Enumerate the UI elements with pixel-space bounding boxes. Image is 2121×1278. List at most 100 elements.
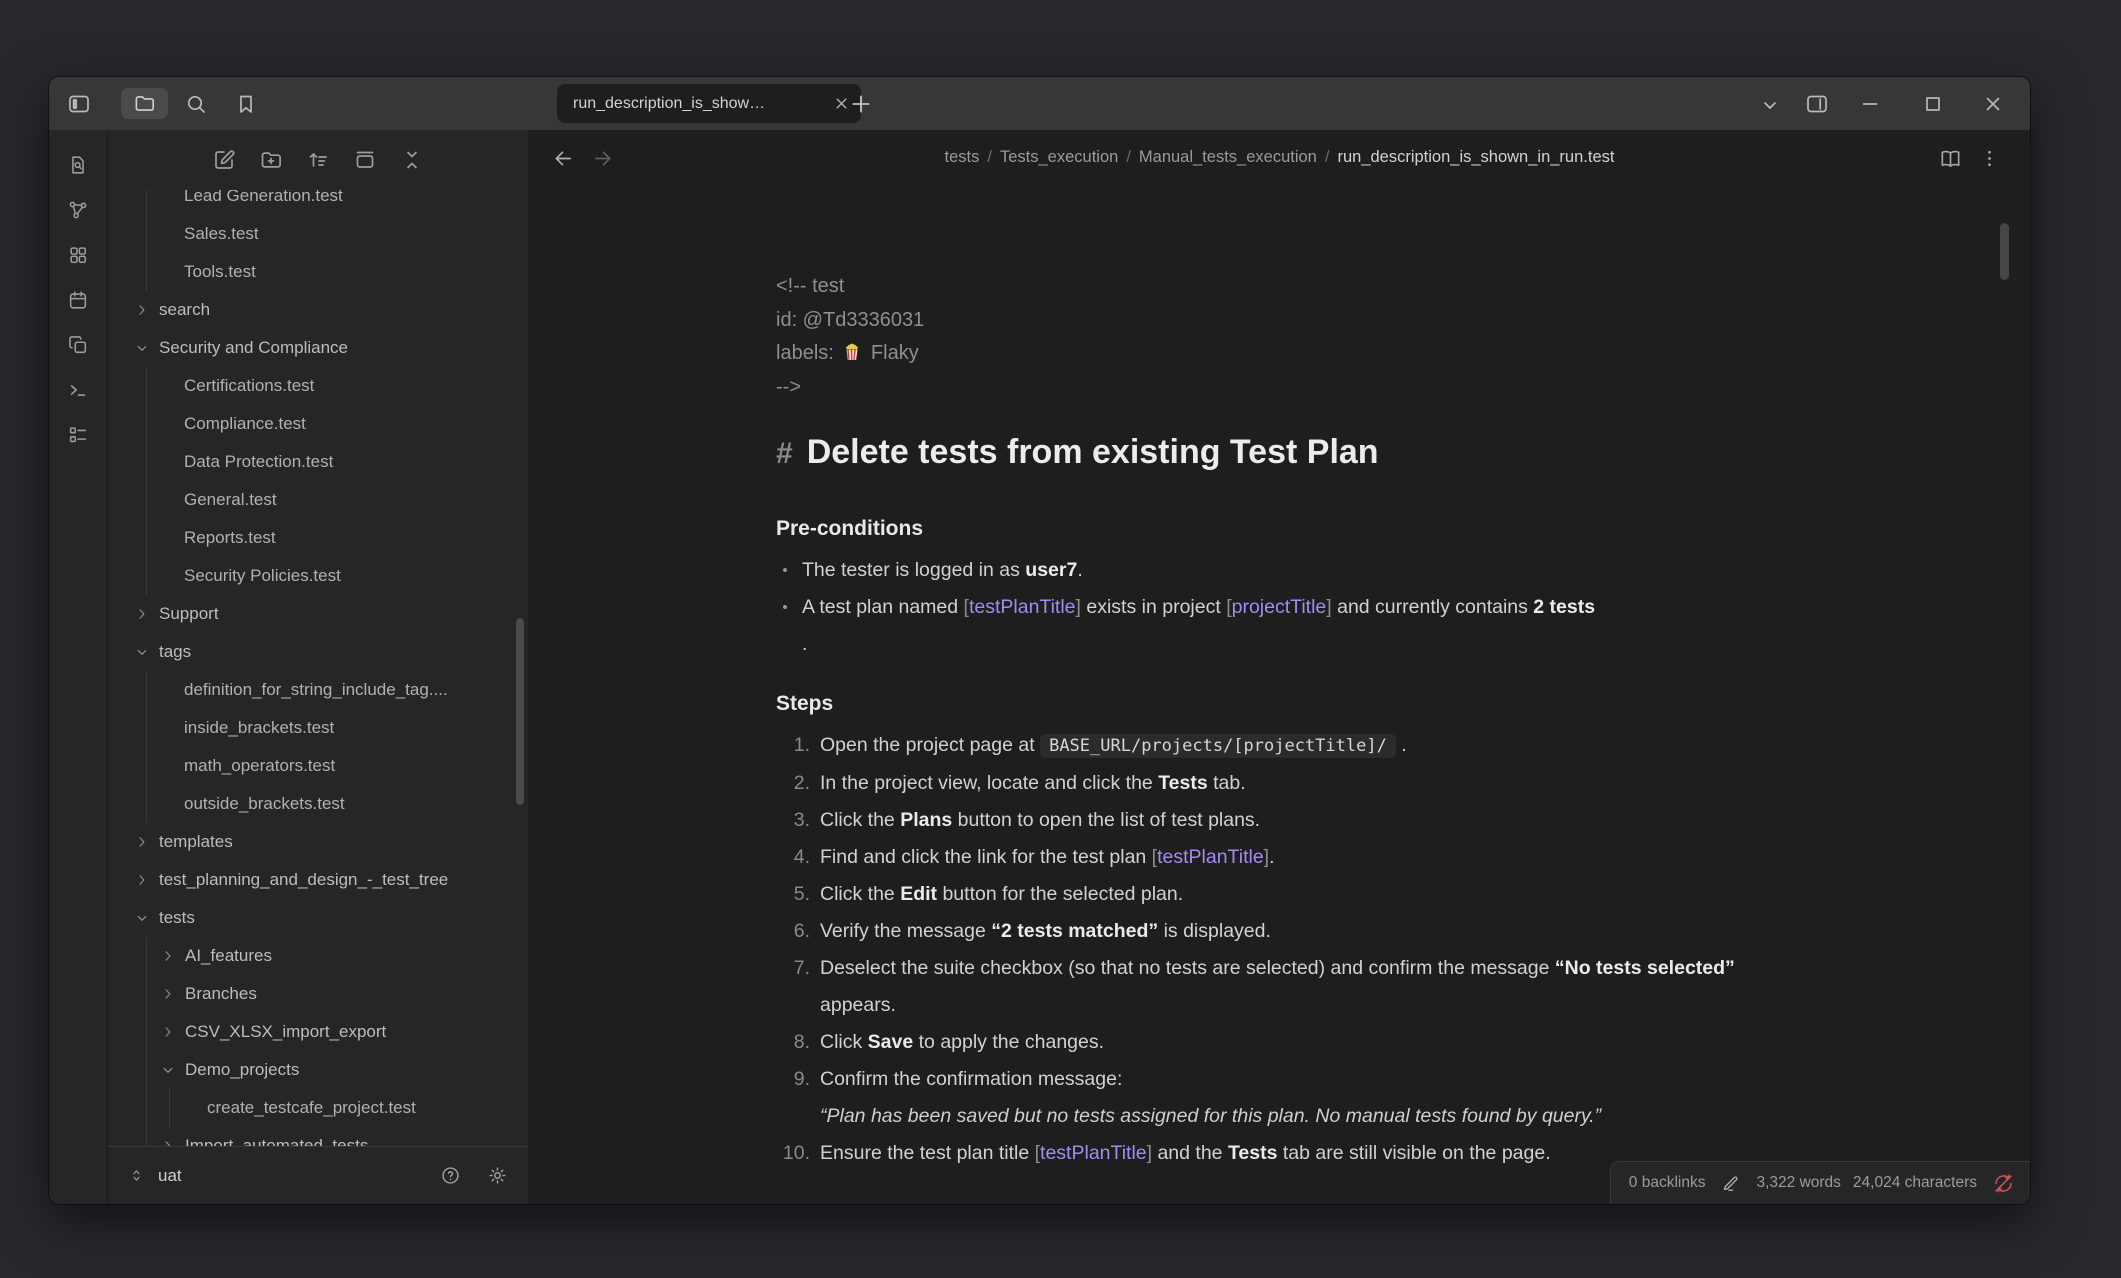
chevron-down-icon[interactable] (1758, 93, 1782, 117)
tree-file[interactable]: Certifications.test (108, 367, 528, 405)
breadcrumb-segment[interactable]: tests (945, 148, 980, 167)
files-button[interactable] (121, 88, 168, 119)
indent-guide (146, 975, 147, 1013)
tree-item-label: Security Policies.test (184, 566, 341, 586)
chevron-right-icon[interactable] (159, 985, 177, 1003)
search-icon[interactable] (184, 92, 208, 116)
chevron-right-icon[interactable] (133, 605, 151, 623)
tree-file[interactable]: Lead Generation.test (108, 190, 528, 215)
page-title: #Delete tests from existing Test Plan (776, 428, 1776, 478)
sidebar-scrollbar-thumb[interactable] (516, 618, 524, 805)
right-panel-toggle-icon[interactable] (1805, 92, 1829, 116)
file-search-icon[interactable] (67, 154, 89, 176)
edit-mode-pencil-icon[interactable] (1721, 1174, 1740, 1193)
tree-file[interactable]: create_testcafe_project.test (108, 1089, 528, 1127)
chevron-right-icon[interactable] (133, 301, 151, 319)
chevron-down-icon[interactable] (159, 1061, 177, 1079)
breadcrumb-segment[interactable]: Tests_execution (1000, 148, 1118, 167)
help-icon[interactable] (440, 1165, 461, 1186)
character-count[interactable]: 24,024 characters (1853, 1174, 1977, 1192)
close-button[interactable] (1981, 92, 2005, 116)
reading-view-icon[interactable] (1939, 147, 1962, 170)
vault-name[interactable]: uat (158, 1166, 182, 1186)
internal-link[interactable]: testPlanTitle (969, 596, 1076, 618)
copy-icon[interactable] (67, 334, 89, 356)
backlinks-count[interactable]: 0 backlinks (1629, 1174, 1706, 1192)
internal-link[interactable]: testPlanTitle (1040, 1142, 1147, 1164)
tree-file[interactable]: Security Policies.test (108, 557, 528, 595)
terminal-icon[interactable] (67, 379, 89, 401)
chevron-right-icon[interactable] (133, 871, 151, 889)
tree-folder[interactable]: Support (108, 595, 528, 633)
tree-file[interactable]: Tools.test (108, 253, 528, 291)
indent-guide (146, 190, 147, 215)
tree-folder[interactable]: search (108, 291, 528, 329)
tree-file[interactable]: inside_brackets.test (108, 709, 528, 747)
tree-folder[interactable]: templates (108, 823, 528, 861)
tree-item-label: Sales.test (184, 224, 259, 244)
vault-switcher-icon[interactable] (128, 1167, 145, 1184)
chevron-down-icon[interactable] (133, 643, 151, 661)
internal-link[interactable]: projectTitle (1232, 596, 1327, 618)
tree-folder[interactable]: Demo_projects (108, 1051, 528, 1089)
layout-grid-icon[interactable] (67, 244, 89, 266)
chevron-down-icon[interactable] (133, 909, 151, 927)
tree-file[interactable]: definition_for_string_include_tag.... (108, 671, 528, 709)
word-count[interactable]: 3,322 words (1756, 1174, 1840, 1192)
sort-icon[interactable] (306, 148, 330, 172)
tree-file[interactable]: Data Protection.test (108, 443, 528, 481)
step-text: Open the project page at BASE_URL/projec… (820, 727, 1776, 765)
tree-folder[interactable]: test_planning_and_design_-_test_tree (108, 861, 528, 899)
indent-guide (146, 1089, 147, 1127)
chevron-right-icon[interactable] (133, 833, 151, 851)
chevron-right-icon[interactable] (159, 1137, 177, 1146)
tree-item-label: definition_for_string_include_tag.... (184, 680, 448, 700)
step-item: 2.In the project view, locate and click … (776, 765, 1776, 802)
tree-folder[interactable]: CSV_XLSX_import_export (108, 1013, 528, 1051)
file-tree: Lead Generation.test Sales.test Tools.test… (108, 190, 528, 1146)
tree-item-label: create_testcafe_project.test (207, 1098, 416, 1118)
editor-scrollbar-thumb[interactable] (2000, 223, 2009, 280)
breadcrumb-segment[interactable]: run_description_is_shown_in_run.test (1337, 148, 1614, 167)
chevron-down-icon[interactable] (133, 339, 151, 357)
maximize-button[interactable] (1921, 92, 1945, 116)
chevron-right-icon[interactable] (159, 1023, 177, 1041)
tree-folder[interactable]: Import_automated_tests (108, 1127, 528, 1146)
calendar-icon[interactable] (67, 289, 89, 311)
chevron-right-icon[interactable] (159, 947, 177, 965)
tree-folder[interactable]: AI_features (108, 937, 528, 975)
internal-link[interactable]: testPlanTitle (1157, 846, 1264, 868)
more-options-icon[interactable] (1978, 147, 2001, 170)
tree-file[interactable]: Compliance.test (108, 405, 528, 443)
new-folder-icon[interactable] (259, 148, 283, 172)
bookmark-icon[interactable] (234, 92, 258, 116)
tree-file[interactable]: outside_brackets.test (108, 785, 528, 823)
settings-gear-icon[interactable] (487, 1165, 508, 1186)
sync-disabled-icon[interactable] (1993, 1173, 2014, 1194)
tree-folder[interactable]: Branches (108, 975, 528, 1013)
tree-item-label: inside_brackets.test (184, 718, 334, 738)
new-note-icon[interactable] (212, 148, 236, 172)
tree-folder[interactable]: tests (108, 899, 528, 937)
tree-item-label: Reports.test (184, 528, 276, 548)
indent-guide (146, 253, 147, 291)
collapse-all-icon[interactable] (400, 148, 424, 172)
panel-icon[interactable] (353, 148, 377, 172)
step-number: 2. (776, 765, 810, 802)
breadcrumb-segment[interactable]: Manual_tests_execution (1139, 148, 1317, 167)
precondition-item: •The tester is logged in as user7. (776, 552, 1776, 589)
tree-item-label: templates (159, 832, 233, 852)
graph-icon[interactable] (67, 199, 89, 221)
tree-folder[interactable]: Security and Compliance (108, 329, 528, 367)
tree-folder[interactable]: tags (108, 633, 528, 671)
tree-file[interactable]: Sales.test (108, 215, 528, 253)
document-tab[interactable]: run_description_is_show… (557, 84, 861, 123)
sidebar-toggle-icon[interactable] (67, 92, 91, 116)
form-icon[interactable] (67, 424, 89, 446)
tree-file[interactable]: Reports.test (108, 519, 528, 557)
tree-file[interactable]: General.test (108, 481, 528, 519)
titlebar: run_description_is_show… (49, 77, 2030, 130)
new-tab-button[interactable] (848, 91, 874, 117)
minimize-button[interactable] (1858, 92, 1882, 116)
tree-file[interactable]: math_operators.test (108, 747, 528, 785)
